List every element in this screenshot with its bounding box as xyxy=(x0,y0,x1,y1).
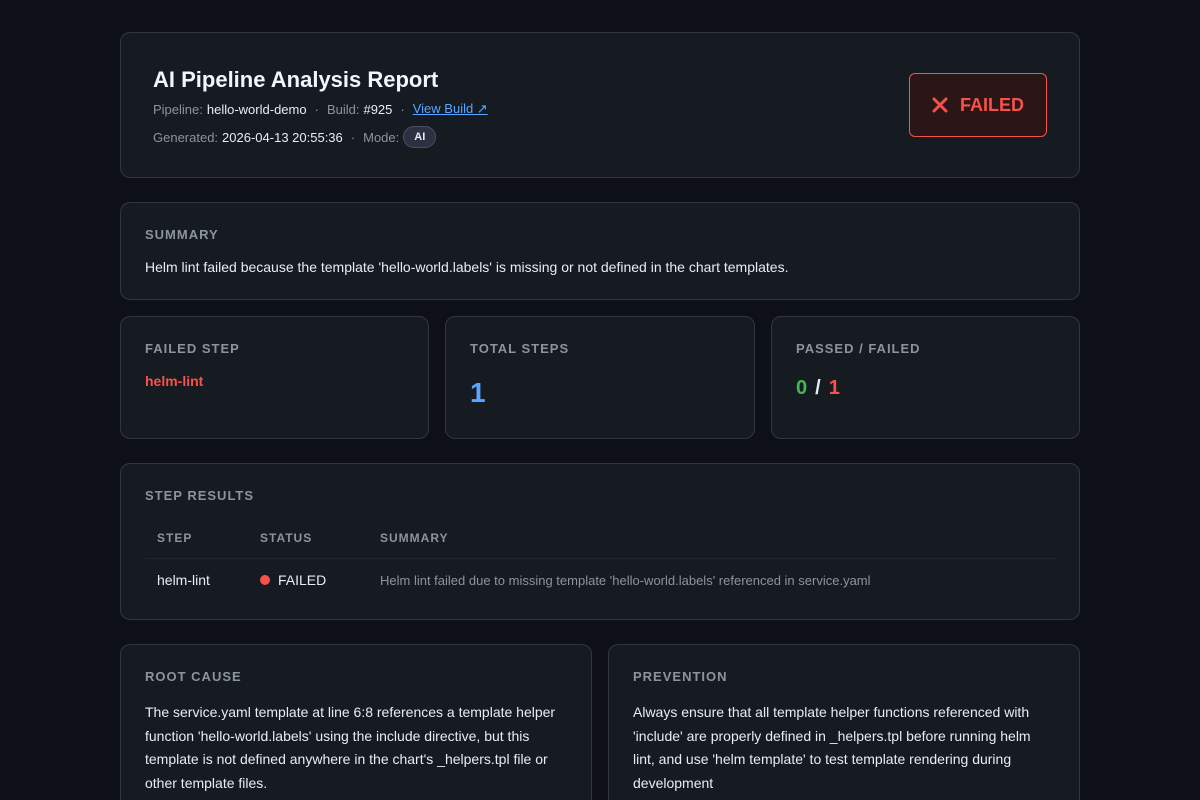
column-header-summary: SUMMARY xyxy=(368,524,1057,559)
section-label: PREVENTION xyxy=(633,669,728,684)
step-status-cell: FAILED xyxy=(248,559,368,602)
step-results-table: STEP STATUS SUMMARY helm-lint FAILED Hel… xyxy=(145,524,1057,601)
summary-text: Helm lint failed because the template 'h… xyxy=(145,259,789,275)
build-label: Build: xyxy=(326,101,360,117)
prevention-text: Always ensure that all template helper f… xyxy=(633,704,1031,791)
summary-section: SUMMARY Helm lint failed because the tem… xyxy=(120,202,1080,300)
total-steps-card: TOTAL STEPS 1 xyxy=(445,316,755,439)
step-results-section: STEP RESULTS STEP STATUS SUMMARY helm-li… xyxy=(120,463,1080,620)
page-title: AI Pipeline Analysis Report xyxy=(153,67,439,92)
mode-label: Mode: xyxy=(363,129,400,145)
generated-timestamp: 2026-04-13 20:55:36 xyxy=(222,129,343,145)
separator: · xyxy=(350,129,356,145)
table-row: helm-lint FAILED Helm lint failed due to… xyxy=(145,559,1057,602)
failed-step-card: FAILED STEP helm-lint xyxy=(120,316,429,439)
mode-badge: AI xyxy=(403,126,437,148)
pipeline-meta: Pipeline: hello-world-demo · Build: #925… xyxy=(153,101,488,117)
passed-count: 0 xyxy=(796,377,808,399)
slash: / xyxy=(815,377,821,399)
status-text: FAILED xyxy=(959,94,1024,115)
passed-failed-value: 0 / 1 xyxy=(796,377,840,400)
section-label: SUMMARY xyxy=(145,227,219,242)
root-cause-section: ROOT CAUSE The service.yaml template at … xyxy=(120,644,592,800)
generated-meta: Generated: 2026-04-13 20:55:36 · Mode: A… xyxy=(153,126,437,148)
failed-step-value: helm-lint xyxy=(145,373,204,389)
separator: · xyxy=(314,101,319,117)
prevention-section: PREVENTION Always ensure that all templa… xyxy=(608,644,1080,800)
step-status-text: FAILED xyxy=(278,572,327,588)
pipeline-name: hello-world-demo xyxy=(206,101,307,117)
step-status: FAILED xyxy=(260,572,356,588)
section-label: ROOT CAUSE xyxy=(145,669,242,684)
report-header: AI Pipeline Analysis Report Pipeline: he… xyxy=(120,32,1080,178)
column-header-step: STEP xyxy=(145,524,248,559)
total-steps-value: 1 xyxy=(470,377,486,408)
passed-failed-card: PASSED / FAILED 0 / 1 xyxy=(771,316,1080,439)
section-label: STEP RESULTS xyxy=(145,488,255,503)
build-number: #925 xyxy=(363,101,393,117)
column-header-status: STATUS xyxy=(248,524,368,559)
status-badge: FAILED xyxy=(909,73,1047,137)
separator: · xyxy=(400,101,405,117)
step-name: helm-lint xyxy=(157,572,210,588)
section-label: TOTAL STEPS xyxy=(470,341,570,356)
failed-count: 1 xyxy=(828,377,840,399)
section-label: FAILED STEP xyxy=(145,341,240,356)
status-dot-icon xyxy=(260,575,270,585)
section-label: PASSED / FAILED xyxy=(796,341,921,356)
table-header-row: STEP STATUS SUMMARY xyxy=(145,524,1057,559)
step-summary: Helm lint failed due to missing template… xyxy=(380,572,871,588)
pipeline-label: Pipeline: xyxy=(153,101,203,117)
generated-label: Generated: xyxy=(153,129,219,145)
x-icon xyxy=(932,97,948,113)
root-cause-text: The service.yaml template at line 6:8 re… xyxy=(145,704,556,791)
view-build-link[interactable]: View Build ↗ xyxy=(413,101,488,117)
